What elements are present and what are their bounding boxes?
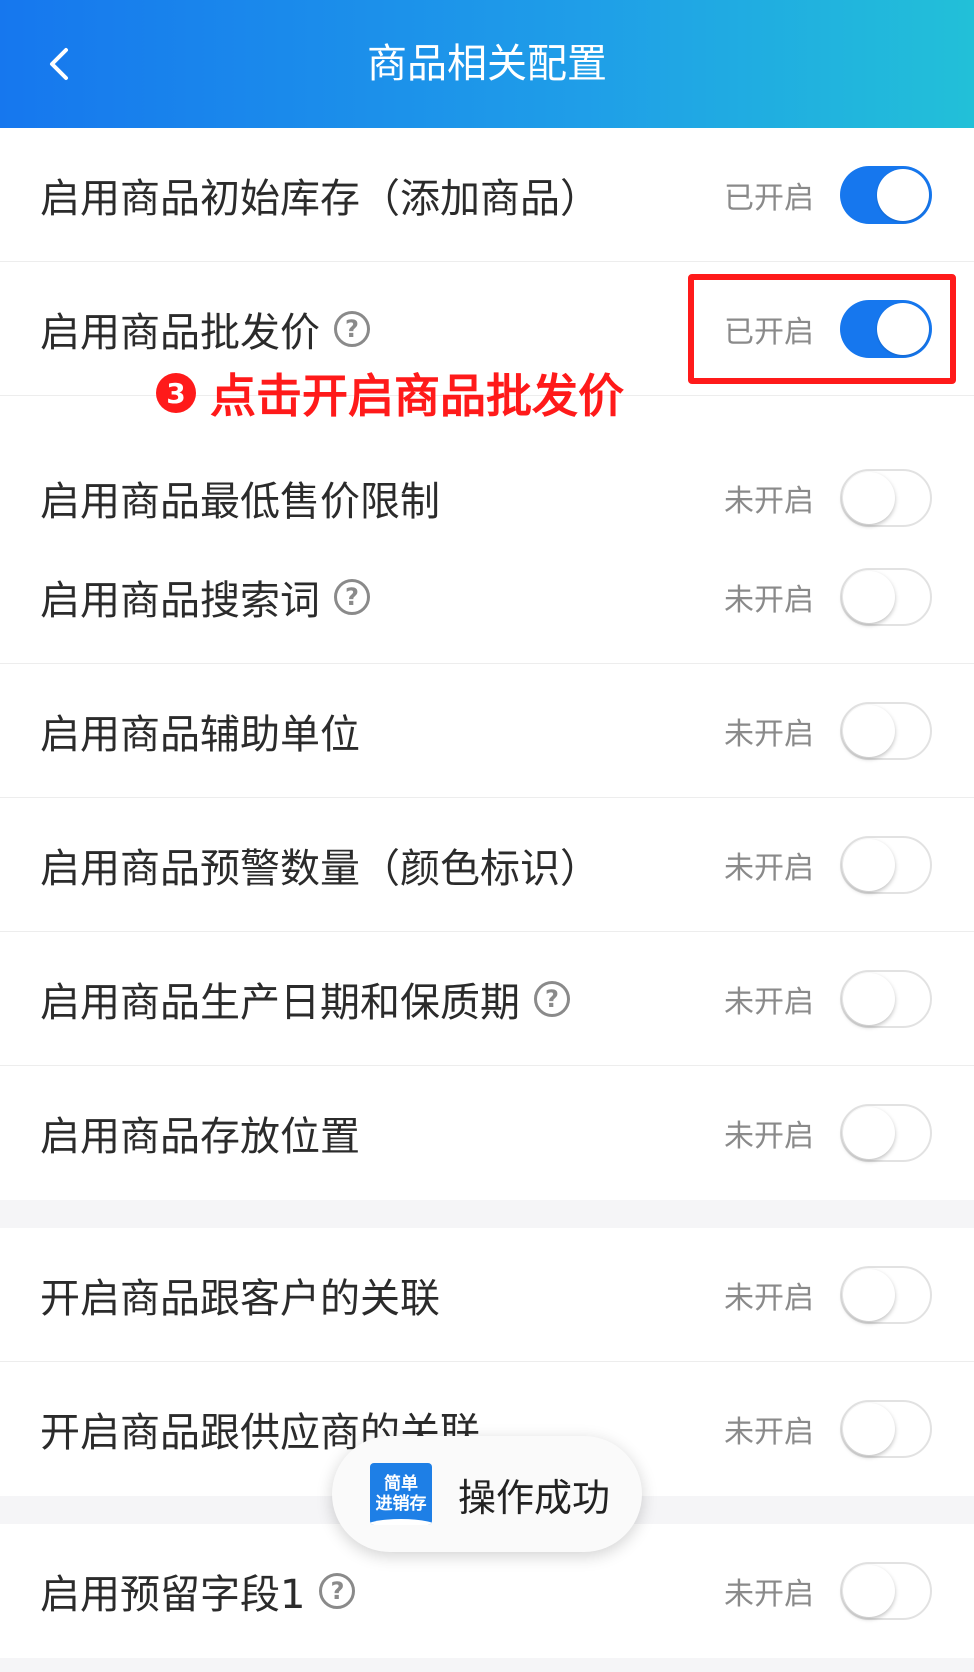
setting-status: 未开启 — [724, 583, 814, 618]
toggle-knob — [877, 169, 929, 221]
app-header: 商品相关配置 — [0, 0, 974, 128]
help-icon[interactable]: ? — [319, 1573, 356, 1609]
tutorial-annotation: 3 点击开启商品批发价 — [156, 362, 624, 424]
setting-status: 未开启 — [724, 484, 814, 519]
setting-row-search-terms: 启用商品搜索词? 未开启 — [0, 530, 974, 664]
toggle-switch[interactable] — [840, 702, 932, 760]
toggle-switch[interactable] — [840, 568, 932, 626]
toggle-switch[interactable] — [840, 1400, 932, 1458]
toggle-switch[interactable] — [840, 970, 932, 1028]
setting-label: 启用预留字段1? — [40, 1524, 356, 1658]
toggle-switch[interactable] — [840, 1266, 932, 1324]
help-icon[interactable]: ? — [334, 579, 370, 615]
help-icon[interactable]: ? — [534, 981, 570, 1017]
setting-row-initial-stock: 启用商品初始库存（添加商品） 已开启 — [0, 128, 974, 262]
setting-label: 启用商品搜索词? — [40, 530, 370, 664]
section-gap — [0, 1200, 974, 1228]
toggle-switch[interactable] — [840, 836, 932, 894]
setting-label: 启用商品预警数量（颜色标识） — [40, 846, 600, 892]
logo-text-line1: 简单 — [384, 1474, 418, 1494]
setting-row-storage-location: 启用商品存放位置 未开启 — [0, 1066, 974, 1200]
setting-row-customer-link: 开启商品跟客户的关联 未开启 — [0, 1228, 974, 1362]
setting-status: 未开启 — [724, 851, 814, 886]
toggle-knob — [843, 1403, 895, 1455]
toast-message: 操作成功 — [458, 1475, 611, 1520]
toggle-switch[interactable] — [840, 1104, 932, 1162]
setting-label: 启用商品存放位置 — [40, 1114, 360, 1160]
toggle-knob — [843, 1107, 895, 1159]
help-icon[interactable]: ? — [334, 311, 370, 347]
setting-row-production-date: 启用商品生产日期和保质期? 未开启 — [0, 932, 974, 1066]
toggle-knob — [843, 472, 895, 524]
setting-label: 开启商品跟客户的关联 — [40, 1276, 440, 1322]
page-title: 商品相关配置 — [367, 41, 607, 87]
setting-status: 未开启 — [724, 1281, 814, 1316]
toggle-knob — [843, 1269, 895, 1321]
toggle-knob — [843, 839, 895, 891]
setting-status: 未开启 — [724, 1119, 814, 1154]
section-gap — [0, 1658, 974, 1672]
setting-status: 已开启 — [724, 181, 814, 216]
toggle-knob — [843, 705, 895, 757]
toggle-knob — [843, 571, 895, 623]
tutorial-highlight-box — [688, 274, 956, 384]
step-number-badge: 3 — [156, 373, 196, 413]
setting-status: 未开启 — [724, 1415, 814, 1450]
toggle-switch[interactable] — [840, 469, 932, 527]
setting-label: 启用商品辅助单位 — [40, 712, 360, 758]
logo-text-line2: 进销存 — [375, 1494, 427, 1514]
setting-status: 未开启 — [724, 1577, 814, 1612]
setting-label: 启用商品生产日期和保质期? — [40, 932, 570, 1066]
toggle-knob — [843, 973, 895, 1025]
toggle-switch[interactable] — [840, 166, 932, 224]
success-toast: 简单 进销存 操作成功 — [332, 1436, 642, 1552]
toggle-knob — [843, 1565, 895, 1617]
annotation-text: 点击开启商品批发价 — [210, 369, 624, 423]
logo-wave — [370, 1519, 432, 1525]
setting-row-aux-unit: 启用商品辅助单位 未开启 — [0, 664, 974, 798]
setting-status: 未开启 — [724, 985, 814, 1020]
setting-row-warning-qty: 启用商品预警数量（颜色标识） 未开启 — [0, 798, 974, 932]
app-logo: 简单 进销存 — [370, 1463, 432, 1525]
setting-label: 启用商品初始库存（添加商品） — [40, 176, 600, 222]
toggle-switch[interactable] — [840, 1562, 932, 1620]
setting-status: 未开启 — [724, 717, 814, 752]
